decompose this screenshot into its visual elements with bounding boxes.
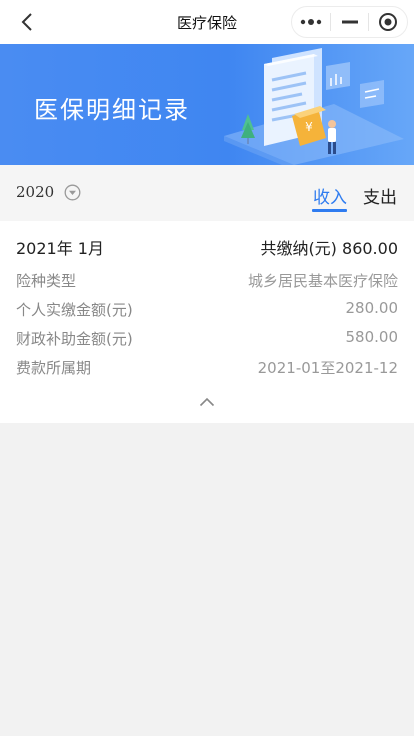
tab-income[interactable]: 收入 bbox=[313, 183, 347, 208]
tab-expense[interactable]: 支出 bbox=[363, 183, 397, 208]
personal-payment-label: 个人实缴金额(元) bbox=[16, 301, 133, 319]
svg-text:¥: ¥ bbox=[305, 120, 313, 134]
document-coin-person-illustration: ¥ bbox=[224, 48, 404, 165]
chevron-down-circle-icon bbox=[64, 184, 81, 200]
banner-title: 医保明细记录 bbox=[34, 96, 190, 124]
payment-period-label: 费款所属期 bbox=[16, 359, 92, 377]
insurance-type-label: 险种类型 bbox=[16, 272, 77, 290]
personal-payment-value: 280.00 bbox=[345, 299, 399, 317]
record-total: 共缴纳(元) 860.00 bbox=[260, 239, 398, 258]
year-value: 2020 bbox=[16, 183, 55, 201]
record-card: 2021年 1月 共缴纳(元) 860.00 险种类型 城乡居民基本医疗保险 个… bbox=[0, 221, 414, 423]
more-dots-icon bbox=[300, 19, 322, 25]
active-tab-indicator bbox=[312, 209, 347, 212]
subsidy-amount-value: 580.00 bbox=[345, 328, 399, 346]
mini-program-capsule bbox=[291, 6, 408, 38]
filter-bar: 2020 收入 支出 bbox=[0, 165, 414, 221]
insurance-type-value: 城乡居民基本医疗保险 bbox=[247, 272, 398, 290]
back-button[interactable] bbox=[14, 10, 40, 34]
year-selector[interactable]: 2020 bbox=[16, 183, 81, 201]
record-date: 2021年 1月 bbox=[16, 239, 104, 258]
chevron-up-icon bbox=[199, 397, 215, 407]
close-button[interactable] bbox=[369, 7, 407, 37]
minus-icon bbox=[341, 20, 358, 24]
more-button[interactable] bbox=[292, 7, 330, 37]
chevron-left-icon bbox=[21, 13, 32, 31]
header-banner: 医保明细记录 ¥ bbox=[0, 44, 414, 165]
subsidy-amount-label: 财政补助金额(元) bbox=[16, 330, 133, 348]
payment-period-value: 2021-01至2021-12 bbox=[257, 359, 398, 377]
target-circle-icon bbox=[379, 13, 398, 31]
collapse-button[interactable] bbox=[197, 395, 217, 409]
navigation-bar: 医疗保险 bbox=[0, 0, 414, 44]
minimize-button[interactable] bbox=[331, 7, 369, 37]
